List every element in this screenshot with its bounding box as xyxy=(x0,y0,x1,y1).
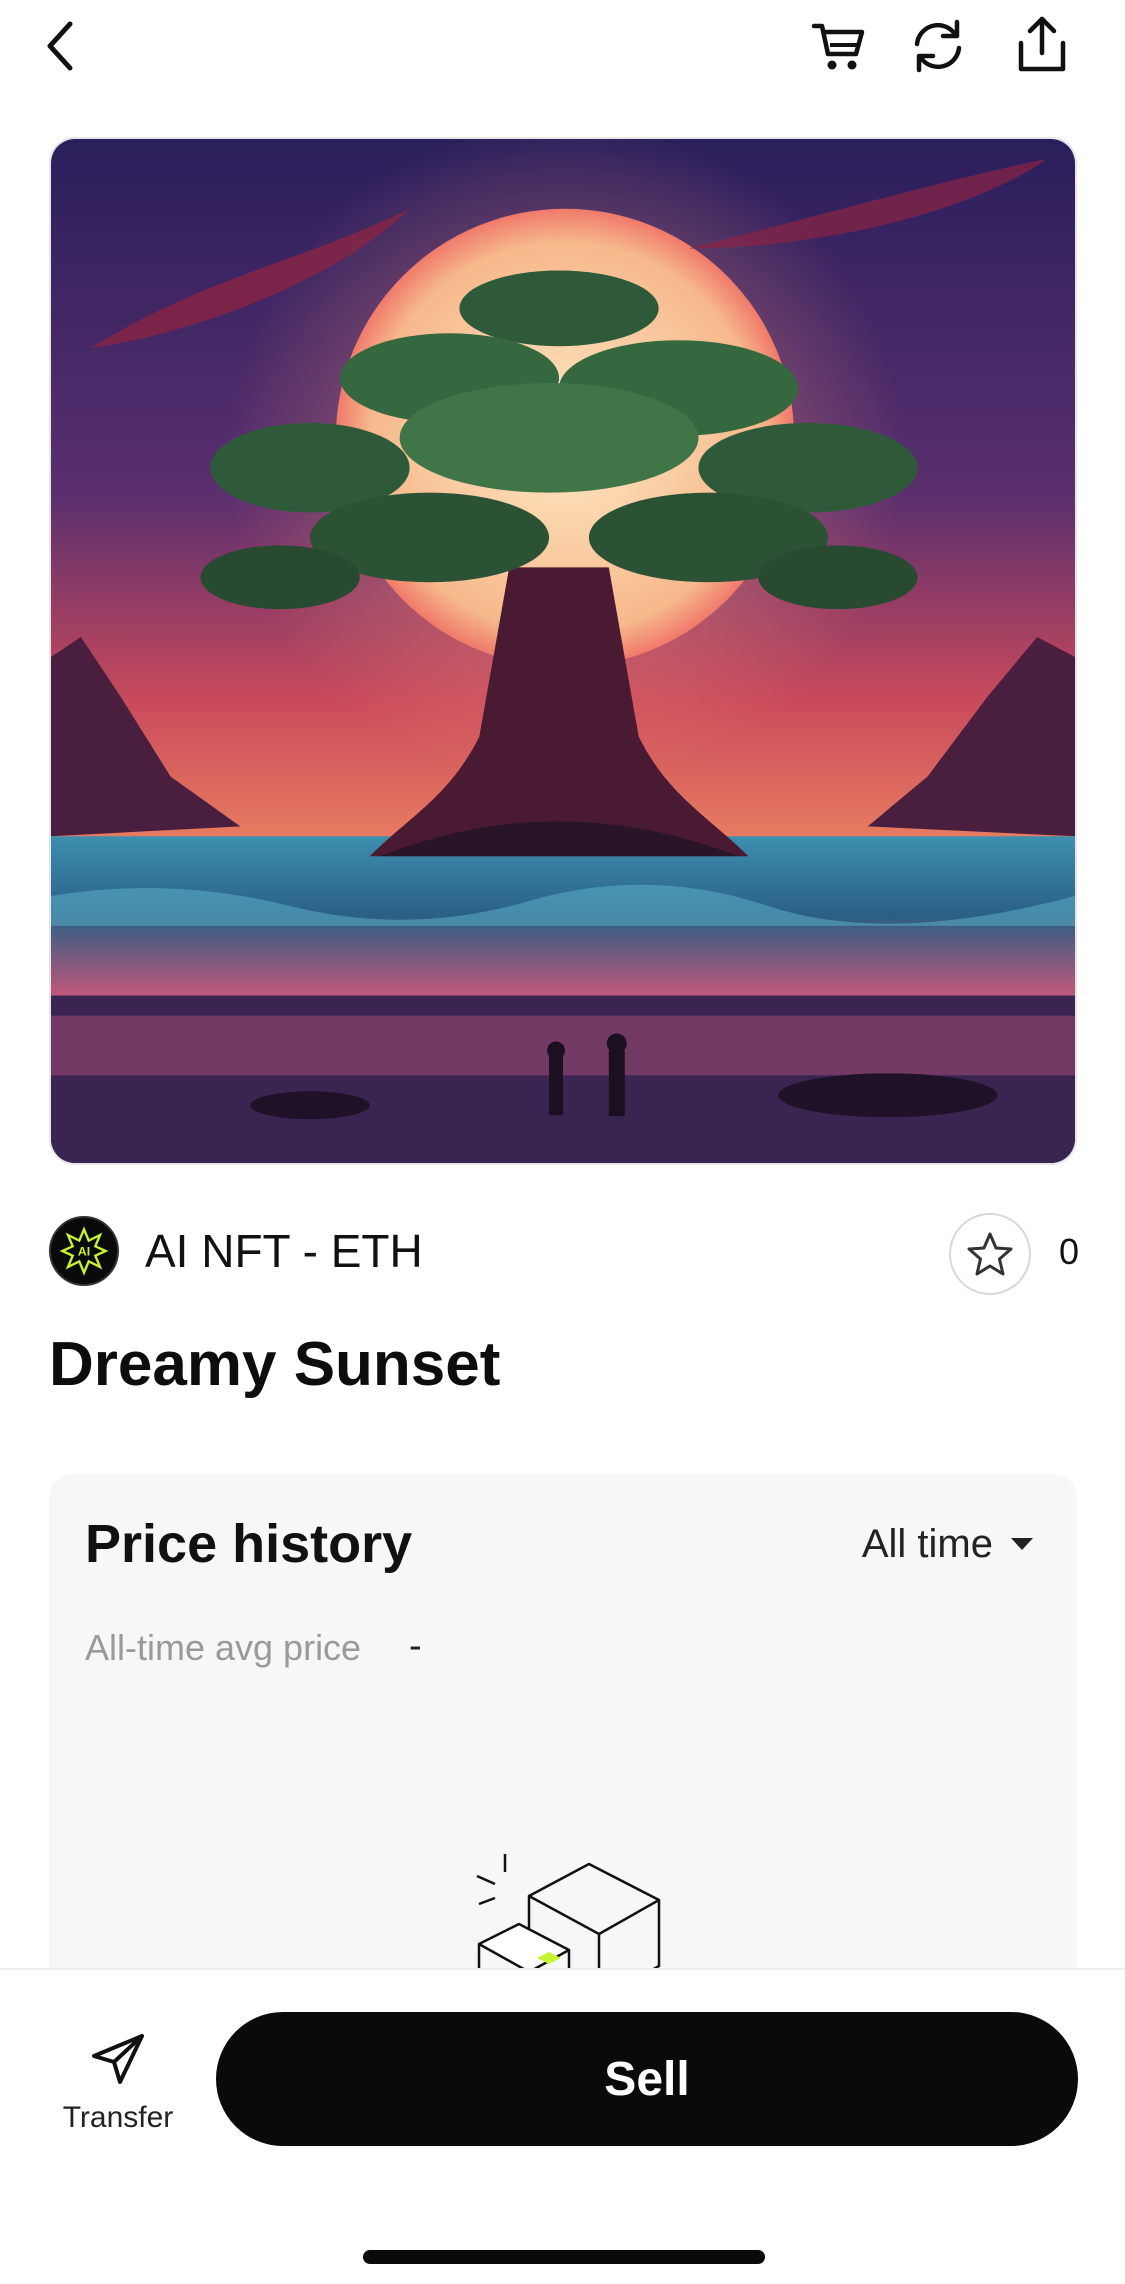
time-range-dropdown[interactable]: All time xyxy=(862,1520,1033,1568)
transfer-label: Transfer xyxy=(62,2101,174,2134)
share-icon xyxy=(1018,16,1066,72)
favorite-button[interactable] xyxy=(949,1213,1031,1295)
favorite-count: 0 xyxy=(1059,1231,1080,1272)
transfer-button[interactable]: Transfer xyxy=(40,2032,196,2142)
cart-icon xyxy=(811,23,865,70)
refresh-icon xyxy=(914,19,962,73)
price-history-card: Price history All time All-time avg pric… xyxy=(49,1474,1077,2034)
back-button[interactable] xyxy=(36,14,84,78)
sell-button[interactable]: Sell xyxy=(216,2012,1078,2146)
top-bar xyxy=(0,0,1125,100)
home-indicator xyxy=(363,2250,765,2264)
collection-name[interactable]: AI NFT - ETH xyxy=(145,1225,423,1277)
avg-price-value: - xyxy=(409,1625,422,1667)
share-button[interactable] xyxy=(1012,12,1072,78)
time-range-label: All time xyxy=(861,1522,993,1566)
collection-row[interactable]: AI AI NFT - ETH 0 xyxy=(49,1213,1080,1295)
nft-title: Dreamy Sunset xyxy=(49,1330,501,1399)
nft-image[interactable] xyxy=(49,137,1077,1165)
nft-detail-page: AI AI NFT - ETH 0 Dreamy Sunset Price hi… xyxy=(0,0,1125,2284)
avatar-label: AI xyxy=(78,1245,90,1259)
paper-plane-icon xyxy=(92,2034,144,2084)
bottom-action-bar: Transfer Sell xyxy=(0,1968,1125,2284)
cart-button[interactable] xyxy=(808,14,868,78)
collection-avatar: AI xyxy=(49,1216,119,1286)
avg-price-label: All-time avg price xyxy=(85,1627,362,1668)
chevron-left-icon xyxy=(47,21,73,71)
price-history-title: Price history xyxy=(85,1514,413,1574)
caret-down-icon xyxy=(1011,1538,1033,1550)
refresh-button[interactable] xyxy=(906,14,970,78)
star-icon xyxy=(967,1232,1013,1276)
